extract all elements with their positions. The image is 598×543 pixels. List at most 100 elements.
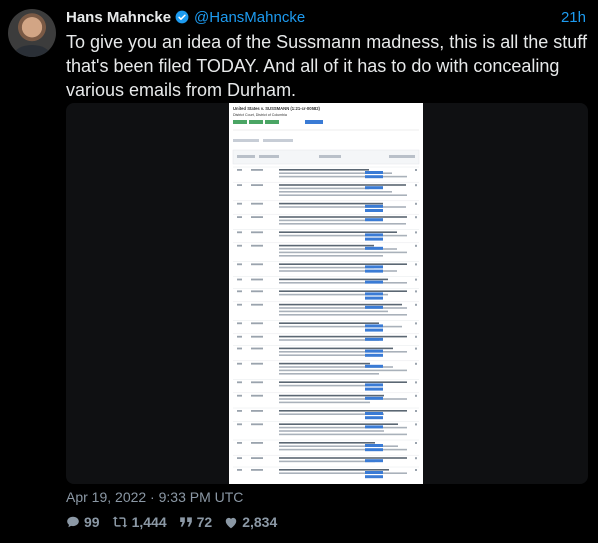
docket-entry-date	[251, 442, 263, 444]
docket-entry-text	[279, 322, 379, 324]
docket-entry-text	[279, 290, 407, 292]
docket-entry-date	[251, 423, 263, 426]
docket-entry-number	[237, 322, 242, 325]
docket-entry-date	[251, 231, 263, 234]
docket-entry-date	[251, 335, 263, 338]
docket-entry-checkbox	[415, 278, 417, 281]
docket-entry-date	[251, 381, 263, 384]
docket-entry-checkbox	[415, 202, 417, 205]
docket-download-button	[365, 471, 383, 474]
docket-download-button	[365, 204, 383, 208]
author-handle[interactable]: @HansMahncke	[194, 9, 305, 26]
reply-count: 99	[84, 514, 100, 530]
docket-entry-text	[279, 381, 407, 383]
docket-entry-text	[279, 410, 407, 412]
docket-entry-checkbox	[415, 423, 417, 426]
docket-entry-number	[237, 216, 242, 218]
docket-entry-number	[237, 362, 242, 365]
docket-entry-date	[251, 362, 263, 365]
reply-button[interactable]: 99	[66, 514, 100, 530]
docket-entry-checkbox	[415, 362, 417, 365]
quote-button[interactable]: 72	[179, 514, 212, 530]
docket-entry-number	[237, 423, 242, 426]
docket-entry-checkbox	[415, 169, 417, 171]
docket-entry-checkbox	[415, 231, 417, 234]
docket-entry-text	[279, 398, 407, 400]
like-button[interactable]: 2,834	[224, 514, 277, 530]
docket-entry-text	[279, 223, 406, 225]
author-name[interactable]: Hans Mahncke	[66, 9, 171, 26]
docket-entry-text	[279, 282, 407, 284]
docket-download-button	[365, 396, 383, 400]
tweet-media[interactable]: United States v. SUSSMANN (1:21-cr-00582…	[66, 103, 588, 484]
docket-entry-text	[279, 303, 402, 306]
docket-entry-text	[279, 430, 384, 432]
docket-entry-date	[251, 278, 263, 281]
docket-entry-number	[237, 263, 242, 266]
docket-entry-date	[251, 263, 263, 266]
docket-download-button	[365, 175, 383, 179]
docket-entry-checkbox	[415, 184, 417, 187]
docket-entry-number	[237, 303, 242, 306]
docket-entry-text	[279, 373, 379, 375]
docket-entry-text	[279, 175, 407, 178]
doc-court: District Court, District of Columbia	[233, 113, 287, 117]
docket-entry-text	[279, 325, 402, 328]
docket-entry-number	[237, 244, 242, 247]
docket-entry-number	[237, 202, 242, 205]
docket-entry-date	[251, 469, 263, 471]
tweet-timestamp[interactable]: Apr 19, 2022 · 9:33 PM UTC	[66, 489, 243, 505]
docket-entry-checkbox	[415, 303, 417, 306]
docket-entry-number	[237, 278, 242, 281]
docket-entry-text	[279, 423, 398, 425]
docket-entry-number	[237, 410, 242, 412]
docket-entry-text	[279, 216, 407, 218]
docket-entry-text	[279, 266, 374, 269]
docket-entry-number	[237, 457, 242, 459]
docket-entry-checkbox	[415, 457, 417, 460]
docket-entry-text	[279, 202, 383, 205]
docket-entry-number	[237, 347, 242, 350]
docket-entry-date	[251, 347, 263, 350]
docket-download-button	[365, 269, 383, 273]
docket-entry-date	[251, 216, 263, 218]
retweet-button[interactable]: 1,444	[112, 514, 167, 530]
docket-download-button	[365, 416, 383, 420]
docket-entry-text	[279, 369, 407, 372]
docket-entry-text	[279, 263, 407, 265]
docket-download-button	[365, 459, 383, 463]
docket-download-button	[365, 218, 383, 222]
docket-entry-checkbox	[415, 410, 417, 412]
docket-entry-checkbox	[415, 244, 417, 247]
docket-entry-text	[279, 354, 379, 356]
docket-download-button	[365, 383, 383, 387]
docket-entry-number	[237, 184, 242, 186]
docket-download-button	[365, 444, 383, 447]
tweet-text: To give you an idea of the Sussmann madn…	[66, 32, 587, 100]
docket-entry-number	[237, 394, 242, 397]
docket-download-button	[365, 475, 383, 479]
docket-entry-checkbox	[415, 469, 417, 471]
docket-download-button	[365, 324, 383, 328]
docket-entry-checkbox	[415, 216, 417, 219]
docket-entry-text	[279, 206, 406, 208]
docket-entry-number	[237, 442, 242, 444]
relative-time-link[interactable]: 21h	[561, 9, 586, 26]
docket-download-button	[365, 265, 383, 269]
docket-entry-checkbox	[415, 290, 417, 293]
avatar[interactable]	[8, 9, 56, 57]
docket-entry-text	[279, 169, 369, 171]
docket-entry-date	[251, 184, 263, 186]
docket-download-button	[365, 186, 383, 190]
docket-entry-text	[279, 191, 392, 193]
docket-entry-text	[279, 231, 397, 233]
docket-entry-text	[279, 255, 383, 257]
docket-entry-text	[279, 433, 407, 436]
docket-download-button	[365, 209, 383, 212]
docket-download-button	[365, 233, 383, 237]
docket-entry-text	[279, 314, 407, 316]
docket-entry-number	[237, 169, 242, 171]
docket-entry-text	[279, 234, 407, 237]
docket-entry-checkbox	[415, 347, 417, 350]
docket-download-button	[365, 305, 383, 309]
